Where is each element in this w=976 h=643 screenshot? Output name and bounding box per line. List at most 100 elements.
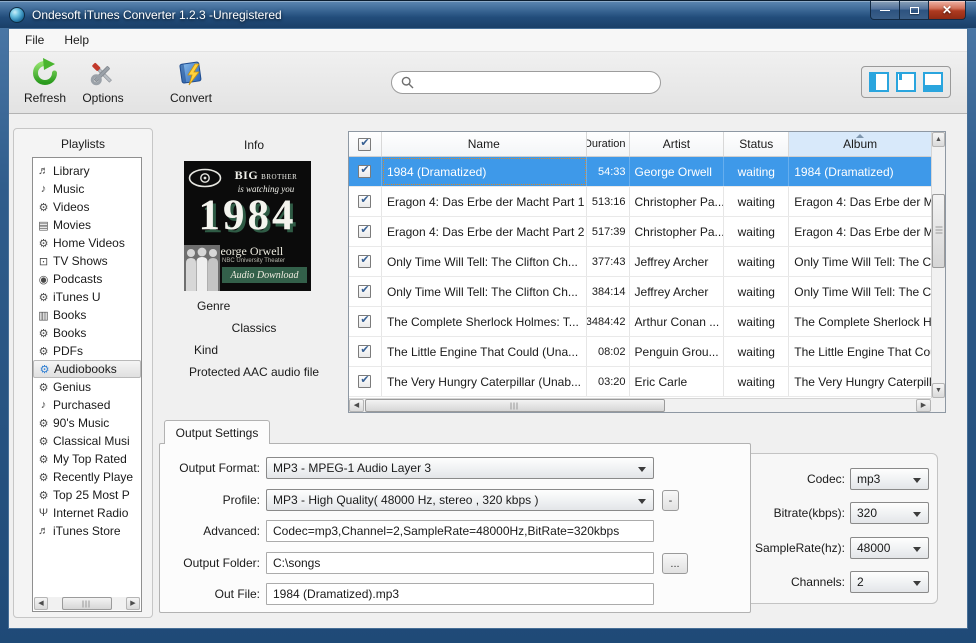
sidebar-item-classical-musi[interactable]: ⚙ Classical Musi	[33, 432, 141, 450]
out-file-input[interactable]: 1984 (Dramatized).mp3	[266, 583, 654, 605]
playlists-hscrollbar[interactable]: ◀ ▶	[34, 597, 140, 610]
sidebar-item-my-top-rated[interactable]: ⚙ My Top Rated	[33, 450, 141, 468]
row-checkbox-cell[interactable]	[349, 247, 382, 276]
row-checkbox-cell[interactable]	[349, 217, 382, 246]
browse-button[interactable]: ...	[662, 553, 688, 574]
table-row[interactable]: Only Time Will Tell: The Clifton Ch... 3…	[349, 277, 931, 307]
scroll-thumb[interactable]	[932, 194, 945, 268]
sidebar-item-books[interactable]: ▥ Books	[33, 306, 141, 324]
maximize-button[interactable]	[900, 1, 928, 20]
column-header-status[interactable]: Status	[724, 132, 789, 156]
cell-status: waiting	[724, 187, 789, 216]
cell-name: The Very Hungry Caterpillar (Unab...	[382, 367, 587, 396]
table-row[interactable]: The Very Hungry Caterpillar (Unab... 03:…	[349, 367, 931, 397]
layout-top-button[interactable]	[896, 72, 916, 92]
profile-remove-button[interactable]: -	[662, 490, 679, 511]
row-checkbox[interactable]	[358, 375, 371, 388]
row-checkbox[interactable]	[358, 165, 371, 178]
refresh-button[interactable]: Refresh	[15, 58, 75, 110]
tab-output-settings[interactable]: Output Settings	[164, 420, 270, 444]
bitrate-select[interactable]: 320	[850, 502, 929, 524]
cell-artist: Jeffrey Archer	[630, 277, 725, 306]
sidebar-item-label: Home Videos	[53, 236, 125, 250]
sidebar-item-audiobooks[interactable]: ⚙ Audiobooks	[33, 360, 141, 378]
column-header-name[interactable]: Name	[382, 132, 587, 156]
sidebar-item-purchased[interactable]: ♪ Purchased	[33, 396, 141, 414]
table-row[interactable]: Eragon 4: Das Erbe der Macht Part 1 513:…	[349, 187, 931, 217]
output-format-select[interactable]: MP3 - MPEG-1 Audio Layer 3	[266, 457, 654, 479]
sidebar-item-recently-playe[interactable]: ⚙ Recently Playe	[33, 468, 141, 486]
row-checkbox-cell[interactable]	[349, 367, 382, 396]
layout-left-button[interactable]	[869, 72, 889, 92]
row-checkbox[interactable]	[358, 195, 371, 208]
sidebar-item-label: 90's Music	[53, 416, 109, 430]
options-button[interactable]: Options	[73, 58, 133, 110]
sidebar-item-library[interactable]: ♬ Library	[33, 162, 141, 180]
row-checkbox[interactable]	[358, 345, 371, 358]
codec-select[interactable]: mp3	[850, 468, 929, 490]
search-input[interactable]	[420, 74, 660, 92]
scroll-up-arrow[interactable]: ▲	[932, 132, 945, 147]
scroll-thumb[interactable]	[365, 399, 665, 412]
table-row[interactable]: The Little Engine That Could (Una... 08:…	[349, 337, 931, 367]
sidebar-item-90-s-music[interactable]: ⚙ 90's Music	[33, 414, 141, 432]
row-checkbox-cell[interactable]	[349, 277, 382, 306]
table-row[interactable]: Only Time Will Tell: The Clifton Ch... 3…	[349, 247, 931, 277]
row-checkbox-cell[interactable]	[349, 337, 382, 366]
table-vscrollbar[interactable]: ▲ ▼	[931, 132, 945, 398]
layout-bottom-button[interactable]	[923, 72, 943, 92]
minimize-button[interactable]: —	[870, 1, 900, 20]
column-header-artist[interactable]: Artist	[630, 132, 725, 156]
sidebar-item-podcasts[interactable]: ◉ Podcasts	[33, 270, 141, 288]
menu-file[interactable]: File	[15, 30, 54, 50]
close-button[interactable]: ✕	[928, 1, 966, 20]
table-row[interactable]: Eragon 4: Das Erbe der Macht Part 2 517:…	[349, 217, 931, 247]
row-checkbox[interactable]	[358, 255, 371, 268]
table-hscrollbar[interactable]: ◀ ▶	[349, 398, 931, 412]
scroll-left-arrow[interactable]: ◀	[349, 399, 364, 412]
sidebar-item-music[interactable]: ♪ Music	[33, 180, 141, 198]
convert-button[interactable]: Convert	[161, 58, 221, 110]
sidebar-item-home-videos[interactable]: ⚙ Home Videos	[33, 234, 141, 252]
row-checkbox[interactable]	[358, 225, 371, 238]
cell-artist: Christopher Pa...	[630, 217, 725, 246]
table-row[interactable]: 1984 (Dramatized) 54:33 George Orwell wa…	[349, 157, 931, 187]
scroll-down-arrow[interactable]: ▼	[932, 383, 945, 398]
scroll-left-arrow[interactable]: ◀	[34, 597, 48, 610]
sidebar-item-internet-radio[interactable]: Ψ Internet Radio	[33, 504, 141, 522]
scroll-thumb[interactable]	[62, 597, 112, 610]
output-folder-input[interactable]: C:\songs	[266, 552, 654, 574]
sidebar-item-top-25-most-p[interactable]: ⚙ Top 25 Most P	[33, 486, 141, 504]
column-header-album[interactable]: Album	[789, 132, 931, 156]
column-header-duration[interactable]: Duration	[587, 132, 630, 156]
row-checkbox-cell[interactable]	[349, 187, 382, 216]
row-checkbox[interactable]	[358, 315, 371, 328]
scroll-right-arrow[interactable]: ▶	[916, 399, 931, 412]
output-folder-value: C:\songs	[273, 556, 320, 570]
advanced-input[interactable]: Codec=mp3,Channel=2,SampleRate=48000Hz,B…	[266, 520, 654, 542]
maximize-icon	[910, 7, 919, 14]
menu-help[interactable]: Help	[54, 30, 99, 50]
profile-select[interactable]: MP3 - High Quality( 48000 Hz, stereo , 3…	[266, 489, 654, 511]
sidebar-item-movies[interactable]: ▤ Movies	[33, 216, 141, 234]
row-checkbox-cell[interactable]	[349, 307, 382, 336]
sidebar-item-books[interactable]: ⚙ Books	[33, 324, 141, 342]
row-checkbox-cell[interactable]	[349, 157, 382, 186]
search-box[interactable]	[391, 71, 661, 94]
row-checkbox[interactable]	[358, 285, 371, 298]
sidebar-item-itunes-store[interactable]: ♬ iTunes Store	[33, 522, 141, 540]
sidebar-item-pdfs[interactable]: ⚙ PDFs	[33, 342, 141, 360]
sidebar-item-tv-shows[interactable]: ⊡ TV Shows	[33, 252, 141, 270]
select-all-cell[interactable]	[349, 132, 382, 156]
samplerate-select[interactable]: 48000	[850, 537, 929, 559]
genre-value: Classics	[161, 321, 347, 335]
table-row[interactable]: The Complete Sherlock Holmes: T... 3484:…	[349, 307, 931, 337]
sidebar-item-label: Top 25 Most P	[53, 488, 130, 502]
select-all-checkbox[interactable]	[358, 138, 371, 151]
sidebar-item-itunes-u[interactable]: ⚙ iTunes U	[33, 288, 141, 306]
scroll-right-arrow[interactable]: ▶	[126, 597, 140, 610]
sidebar-item-genius[interactable]: ⚙ Genius	[33, 378, 141, 396]
gear-icon: ⚙	[36, 201, 51, 214]
channels-select[interactable]: 2	[850, 571, 929, 593]
sidebar-item-videos[interactable]: ⚙ Videos	[33, 198, 141, 216]
